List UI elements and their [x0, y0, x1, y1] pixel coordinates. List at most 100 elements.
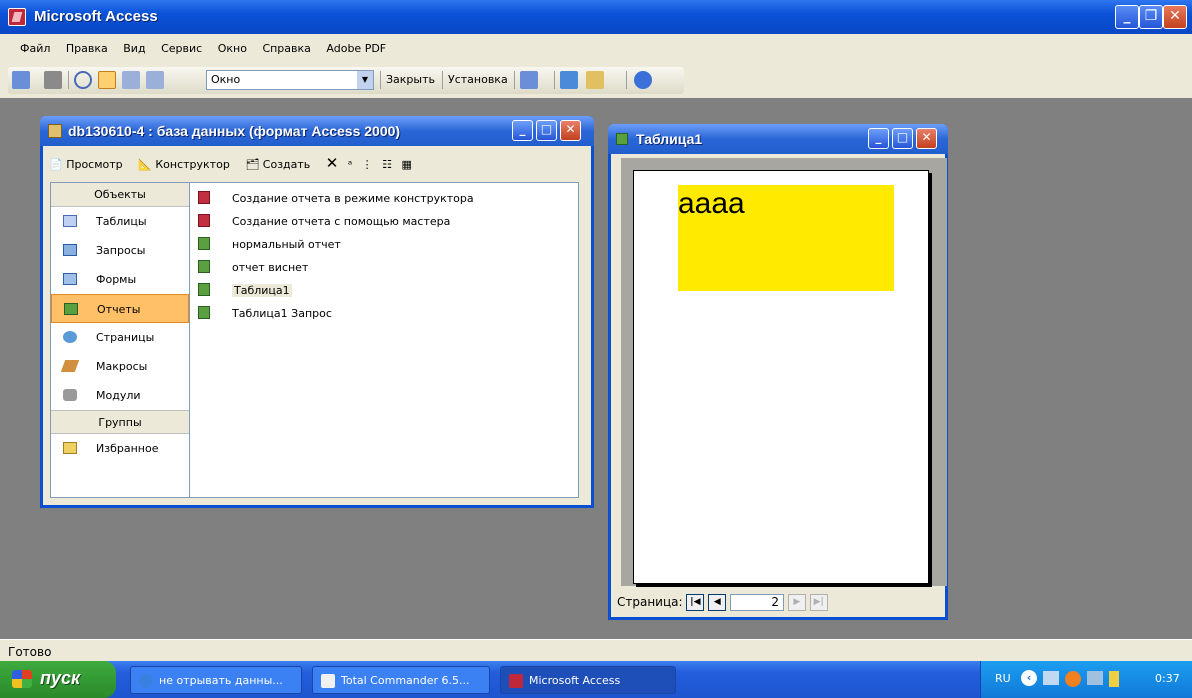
preview-area[interactable]: aaaa	[621, 158, 947, 586]
menu-edit[interactable]: Правка	[66, 42, 108, 55]
list-item[interactable]: Таблица1	[190, 279, 578, 302]
access-icon	[509, 674, 523, 688]
maximize-icon[interactable]: □	[536, 120, 557, 141]
language-indicator[interactable]: RU	[995, 672, 1011, 685]
small-icons-icon[interactable]: ⋮	[362, 158, 373, 171]
toolbar-separator	[68, 71, 69, 89]
object-forms[interactable]: Формы	[51, 265, 189, 294]
close-icon[interactable]: ✕	[560, 120, 581, 141]
multiple-pages-icon[interactable]	[146, 71, 164, 89]
list-item[interactable]: отчет виснет	[190, 256, 578, 279]
menu-adobe-pdf[interactable]: Adobe PDF	[326, 42, 386, 55]
clock[interactable]: 0:37	[1155, 672, 1180, 685]
last-page-icon[interactable]: ▶|	[809, 594, 828, 611]
toolbar-separator	[626, 71, 627, 89]
setup-button[interactable]: Установка	[448, 73, 508, 86]
network-icon[interactable]	[1043, 671, 1059, 685]
table-icon	[63, 215, 77, 227]
task-button-total-commander[interactable]: Total Commander 6.5...	[312, 666, 490, 694]
start-button[interactable]: пуск	[0, 661, 116, 698]
office-links-icon[interactable]	[520, 71, 538, 89]
report-page[interactable]: aaaa	[633, 170, 929, 584]
help-icon[interactable]	[634, 71, 652, 89]
toolbar-separator	[442, 71, 443, 89]
expand-tray-icon[interactable]: ‹	[1021, 670, 1037, 686]
close-button[interactable]: Закрыть	[386, 73, 435, 86]
zoom-icon[interactable]	[74, 71, 92, 89]
report-icon	[198, 260, 210, 273]
minimize-icon[interactable]: _	[1115, 5, 1139, 29]
task-button-access[interactable]: Microsoft Access	[500, 666, 676, 694]
query-icon	[63, 244, 77, 256]
menu-window[interactable]: Окно	[218, 42, 247, 55]
designer-button[interactable]: 📐 Конструктор	[138, 158, 236, 171]
wizard-icon	[198, 214, 210, 227]
objects-panel: Объекты Таблицы Запросы Формы Отчеты Стр…	[50, 182, 190, 498]
database-window-icon[interactable]	[560, 71, 578, 89]
object-macros[interactable]: Макросы	[51, 352, 189, 381]
list-item[interactable]: Создание отчета в режиме конструктора	[190, 187, 578, 210]
page-number-input[interactable]: 2	[730, 594, 785, 611]
details-icon[interactable]: ▦	[402, 158, 412, 171]
object-pages[interactable]: Страницы	[51, 323, 189, 352]
start-label: пуск	[40, 668, 81, 688]
task-label: Total Commander 6.5...	[341, 674, 470, 687]
first-page-icon[interactable]: |◀	[686, 594, 705, 611]
prev-page-icon[interactable]: ◀	[708, 594, 727, 611]
monitor-icon[interactable]	[1087, 671, 1103, 685]
object-label: Формы	[96, 273, 137, 286]
restore-icon[interactable]: ❐	[1139, 5, 1163, 29]
menu-file[interactable]: Файл	[20, 42, 50, 55]
preview-button[interactable]: 📄 Просмотр	[49, 158, 129, 171]
create-button[interactable]: 🗂 Создать	[245, 158, 316, 171]
group-favorites[interactable]: Избранное	[51, 434, 189, 463]
total-commander-icon	[321, 674, 335, 688]
menu-tools[interactable]: Сервис	[161, 42, 202, 55]
two-pages-icon[interactable]	[122, 71, 140, 89]
list-icon[interactable]: ☷	[382, 158, 392, 171]
toolbar-separator	[380, 71, 381, 89]
database-toolbar: 📄 Просмотр 📐 Конструктор 🗂 Создать ✕ ᵃ ⋮…	[49, 154, 418, 176]
object-label: Макросы	[96, 360, 148, 373]
maximize-icon[interactable]: □	[892, 128, 913, 149]
app-tray-icon[interactable]	[1065, 671, 1081, 687]
taskbar: пуск не отрывать данны... Total Commande…	[0, 661, 1192, 698]
object-label: Страницы	[96, 331, 155, 344]
status-bar: Готово	[0, 639, 1192, 661]
object-tables[interactable]: Таблицы	[51, 207, 189, 236]
menu-help[interactable]: Справка	[262, 42, 310, 55]
minimize-icon[interactable]: _	[868, 128, 889, 149]
delete-icon[interactable]: ✕	[326, 154, 339, 172]
object-reports[interactable]: Отчеты	[51, 294, 189, 323]
large-icons-icon[interactable]: ᵃ	[348, 158, 352, 171]
list-item-label: Таблица1	[232, 284, 292, 297]
zoom-combo[interactable]: Окно ▼	[206, 70, 374, 90]
new-object-icon[interactable]	[586, 71, 604, 89]
object-modules[interactable]: Модули	[51, 381, 189, 410]
battery-icon[interactable]	[1109, 671, 1119, 687]
list-item[interactable]: Таблица1 Запрос	[190, 302, 578, 325]
print-preview-toolbar: Окно ▼ Закрыть Установка	[8, 67, 684, 94]
close-icon[interactable]: ✕	[1163, 5, 1187, 29]
report-icon	[198, 306, 210, 319]
access-app-icon[interactable]	[8, 8, 26, 26]
list-item[interactable]: Создание отчета с помощью мастера	[190, 210, 578, 233]
windows-logo-icon	[12, 670, 32, 688]
list-item[interactable]: нормальный отчет	[190, 233, 578, 256]
preview-label: Просмотр	[66, 158, 123, 171]
print-icon[interactable]	[44, 71, 62, 89]
designer-label: Конструктор	[155, 158, 230, 171]
page-icon	[63, 331, 77, 343]
object-queries[interactable]: Запросы	[51, 236, 189, 265]
minimize-icon[interactable]: _	[512, 120, 533, 141]
database-window: db130610-4 : база данных (формат Access …	[40, 116, 594, 508]
close-icon[interactable]: ✕	[916, 128, 937, 149]
one-page-icon[interactable]	[98, 71, 116, 89]
chevron-down-icon[interactable]: ▼	[357, 71, 373, 89]
system-tray: RU ‹ 0:37	[980, 661, 1192, 698]
menu-view[interactable]: Вид	[123, 42, 145, 55]
view-icon[interactable]	[12, 71, 30, 89]
report-text: aaaa	[678, 187, 745, 220]
next-page-icon[interactable]: ▶	[787, 594, 806, 611]
task-button-browser[interactable]: не отрывать данны...	[130, 666, 302, 694]
